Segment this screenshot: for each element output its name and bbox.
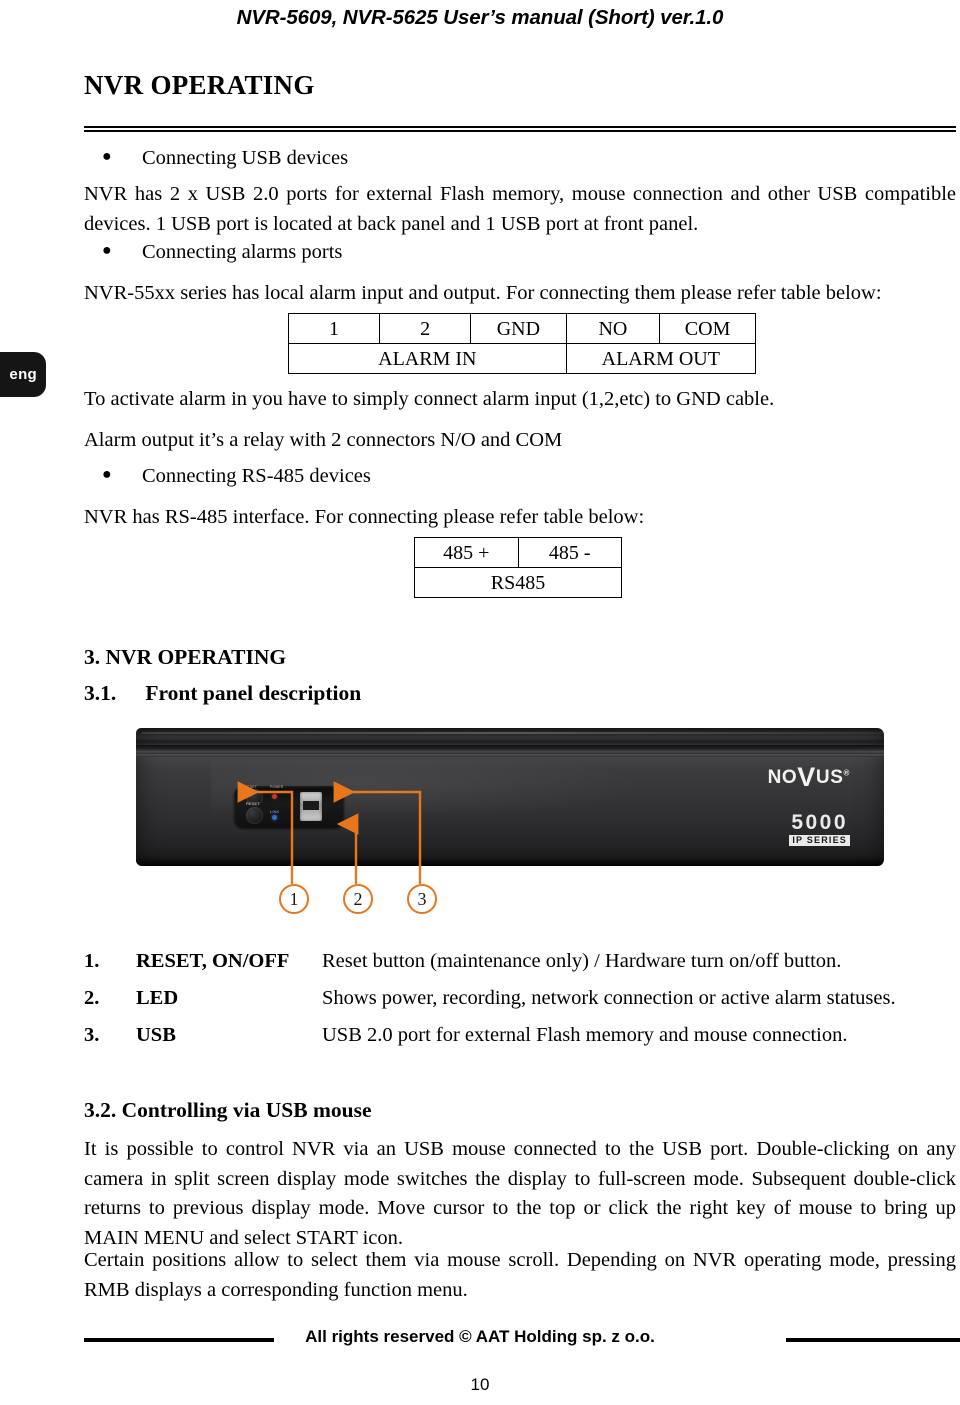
nvr-front-panel-image: RESET POWER RESET LINK NOVUS® 5000 IP SE… bbox=[136, 728, 884, 866]
panel-top-bevel bbox=[142, 732, 884, 734]
table-row: RS485 bbox=[414, 567, 622, 598]
paragraph-alarm-relay: Alarm output it’s a relay with 2 connect… bbox=[84, 429, 563, 451]
language-tab-label: eng bbox=[9, 366, 37, 383]
table-row: 485 + 485 - bbox=[414, 537, 622, 568]
section-heading-3-1: 3.1. Front panel description bbox=[84, 681, 361, 706]
bullet-dot-icon: ● bbox=[102, 466, 112, 483]
status-led-red bbox=[272, 794, 277, 799]
list-item-description: Reset button (maintenance only) / Hardwa… bbox=[322, 950, 842, 972]
list-item-description: Shows power, recording, network connecti… bbox=[322, 987, 896, 1009]
front-panel-description-list: 1. RESET, ON/OFF Reset button (maintenan… bbox=[84, 950, 956, 1061]
usb-port[interactable] bbox=[300, 792, 322, 821]
paragraph-alarm-intro: NVR-55xx series has local alarm input an… bbox=[84, 282, 882, 304]
novus-logo: NOVUS® bbox=[767, 764, 850, 791]
registered-trademark-icon: ® bbox=[843, 768, 850, 778]
front-panel-figure: RESET POWER RESET LINK NOVUS® 5000 IP SE… bbox=[136, 728, 896, 914]
bullet-dot-icon: ● bbox=[102, 148, 112, 165]
alarm-pin-1: 1 bbox=[287, 313, 381, 344]
bullet-connecting-rs485-devices: ● Connecting RS-485 devices bbox=[84, 464, 371, 490]
paragraph-mouse-2: Certain positions allow to select them v… bbox=[84, 1249, 956, 1301]
rs485-group: RS485 bbox=[414, 567, 622, 598]
alarm-pin-2: 2 bbox=[379, 313, 472, 344]
series-number: 5000 bbox=[791, 811, 849, 834]
control-bay: RESET POWER RESET LINK bbox=[234, 785, 344, 828]
list-item: 2. LED Shows power, recording, network c… bbox=[84, 987, 956, 1010]
paragraph-usb-body: NVR has 2 x USB 2.0 ports for external F… bbox=[84, 183, 956, 235]
bullet-connecting-alarms-ports: ● Connecting alarms ports bbox=[84, 240, 342, 266]
section-3-number: 3. bbox=[84, 645, 101, 669]
list-item-index: 3. bbox=[84, 1024, 100, 1046]
alarm-group-out: ALARM OUT bbox=[565, 343, 757, 374]
bullet-label: Connecting RS-485 devices bbox=[142, 465, 371, 487]
panel-groove-highlight bbox=[136, 754, 884, 757]
bullet-connecting-usb-devices: ● Connecting USB devices bbox=[84, 146, 348, 172]
footer-copyright: All rights reserved © AAT Holding sp. z … bbox=[305, 1327, 655, 1346]
table-row: 1 2 GND NO COM bbox=[287, 313, 756, 344]
rs485-pin-minus: 485 - bbox=[517, 537, 622, 568]
list-item-term: LED bbox=[136, 987, 179, 1009]
list-item-index: 1. bbox=[84, 950, 100, 972]
rs485-pin-plus: 485 + bbox=[414, 537, 519, 568]
power-micro-label: POWER bbox=[270, 785, 284, 789]
alarm-pin-com: COM bbox=[659, 313, 756, 344]
callout-number-2: 2 bbox=[343, 884, 373, 914]
alarm-pin-no: NO bbox=[565, 313, 661, 344]
header-double-rule bbox=[84, 126, 956, 132]
paragraph-rs485-intro: NVR has RS-485 interface. For connecting… bbox=[84, 506, 645, 528]
bullet-label: Connecting USB devices bbox=[142, 147, 349, 169]
chapter-title: NVR OPERATING bbox=[84, 70, 315, 100]
alarm-group-in: ALARM IN bbox=[288, 343, 567, 374]
list-item-description: USB 2.0 port for external Flash memory a… bbox=[322, 1024, 848, 1046]
power-button[interactable] bbox=[246, 807, 263, 824]
callout-number-1: 1 bbox=[279, 884, 309, 914]
alarm-pin-gnd: GND bbox=[470, 313, 567, 344]
novus-logo-no: NO bbox=[767, 767, 798, 788]
panel-groove bbox=[136, 745, 884, 754]
series-badge: 5000 IP SERIES bbox=[789, 812, 850, 846]
section-3-1-title: Front panel description bbox=[145, 681, 362, 705]
paragraph-alarm-activate: To activate alarm in you have to simply … bbox=[84, 388, 775, 410]
novus-logo-us: US bbox=[815, 767, 844, 788]
section-3-1-number: 3.1. bbox=[84, 681, 117, 705]
paragraph-mouse-1: It is possible to control NVR via an USB… bbox=[84, 1138, 956, 1250]
rs485-pinout-table: 485 + 485 - RS485 bbox=[414, 537, 622, 598]
bullet-label: Connecting alarms ports bbox=[142, 241, 343, 263]
link-silk-label: LINK bbox=[270, 809, 280, 814]
usb-slot bbox=[303, 801, 319, 810]
language-tab-eng: eng bbox=[0, 352, 46, 397]
list-item-term: USB bbox=[136, 1024, 176, 1046]
bullet-dot-icon: ● bbox=[102, 242, 112, 259]
table-row: ALARM IN ALARM OUT bbox=[288, 343, 757, 374]
series-label: IP SERIES bbox=[789, 835, 850, 846]
list-item: 1. RESET, ON/OFF Reset button (maintenan… bbox=[84, 950, 956, 973]
section-heading-3: 3. NVR OPERATING bbox=[84, 645, 286, 670]
status-led-blue bbox=[272, 815, 277, 820]
running-header: NVR-5609, NVR-5625 User’s manual (Short)… bbox=[236, 6, 724, 29]
list-item-index: 2. bbox=[84, 987, 100, 1009]
callout-number-3: 3 bbox=[407, 884, 437, 914]
section-heading-3-2: 3.2. Controlling via USB mouse bbox=[84, 1098, 372, 1122]
list-item-term: RESET, ON/OFF bbox=[136, 950, 290, 972]
novus-logo-v: V bbox=[797, 762, 816, 792]
section-3-title: NVR OPERATING bbox=[105, 645, 287, 669]
alarm-pinout-table: 1 2 GND NO COM ALARM IN ALARM OUT bbox=[287, 313, 757, 374]
reset-silk-label: RESET bbox=[246, 801, 260, 806]
panel-bottom-bevel bbox=[136, 858, 884, 866]
page-number: 10 bbox=[470, 1375, 490, 1394]
list-item: 3. USB USB 2.0 port for external Flash m… bbox=[84, 1024, 956, 1047]
